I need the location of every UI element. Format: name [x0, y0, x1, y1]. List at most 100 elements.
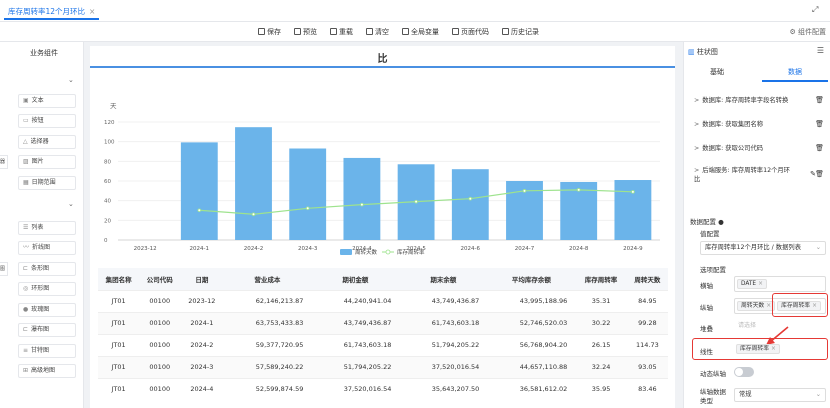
- code-icon: [452, 28, 459, 35]
- table-row[interactable]: JT01 00100 2024-3 57,589,240.22 51,794,205.2…: [98, 355, 668, 378]
- field-chip[interactable]: DATE ×: [737, 279, 767, 289]
- tab-basic[interactable]: 基础: [710, 67, 724, 77]
- table-cell: 83.46: [626, 377, 668, 400]
- table-cell: 36,581,612.02: [487, 377, 576, 400]
- tab-close-icon[interactable]: ×: [89, 7, 95, 16]
- line-point: [414, 199, 418, 204]
- fullscreen-icon[interactable]: ⤢: [812, 5, 822, 15]
- component-config-button[interactable]: ⚙ 组件配置: [789, 27, 826, 37]
- table-cell: 2024-4: [180, 377, 224, 400]
- delete-icon[interactable]: 🗑: [815, 144, 824, 152]
- table-cell: 43,749,436.87: [311, 311, 400, 334]
- field-chip[interactable]: 库存周转率 ×: [736, 344, 780, 354]
- tab-data[interactable]: 数据: [788, 67, 802, 77]
- menu-icon[interactable]: ☰: [817, 46, 824, 55]
- component-gantt-chart[interactable]: ≡ 甘特图: [18, 344, 76, 358]
- global-vars-button[interactable]: 全局变量: [402, 27, 439, 37]
- line-type-field[interactable]: 库存周转率 ×: [734, 342, 826, 358]
- value-config-select[interactable]: 库存周转率12个月环比 / 数据列表 ⌄: [700, 241, 826, 255]
- active-tab-indicator: [762, 80, 828, 82]
- clear-button[interactable]: 清空: [366, 27, 389, 37]
- x-tick-label: 2024-1: [190, 246, 209, 252]
- chip-close-icon[interactable]: ×: [771, 346, 776, 352]
- table-header-cell: 期末余额: [399, 268, 488, 290]
- datasource-item[interactable]: > 后端服务: 库存周转率12个月环比: [694, 166, 794, 184]
- preview-button[interactable]: 预览: [294, 27, 317, 37]
- bar: [180, 142, 218, 240]
- table-header-cell: 公司代码: [139, 268, 181, 290]
- x-tick-label: 2024-9: [623, 246, 643, 252]
- table-cell: 51,794,205.22: [399, 333, 488, 356]
- bar-line-chart[interactable]: 天 0 20 40 60 80 100 120 2023-12 2024-1 2024-2 2024-…: [90, 70, 675, 270]
- table-header-cell: 期初金额: [311, 268, 400, 290]
- table-cell: 62,146,213.87: [223, 289, 312, 312]
- bar-chart-icon: ⊏: [23, 265, 29, 272]
- table-cell: 99.28: [626, 311, 668, 334]
- delete-icon[interactable]: 🗑: [815, 120, 824, 128]
- highlight-box: [772, 293, 828, 317]
- panel-head: ▥ 柱状图: [688, 48, 718, 56]
- table-cell: 00100: [139, 377, 181, 400]
- component-button[interactable]: ▭ 按钮: [18, 114, 76, 128]
- table-cell: 35.31: [575, 289, 627, 312]
- info-icon: ●: [718, 218, 724, 226]
- datasource-item[interactable]: > 数据库: 获取公司代码: [694, 144, 824, 153]
- x-axis-field[interactable]: DATE ×: [734, 276, 826, 292]
- component-image[interactable]: ▨ 图片: [18, 155, 76, 169]
- chip-close-icon[interactable]: ×: [758, 281, 763, 287]
- table-cell: 30.22: [575, 311, 627, 334]
- datasource-item[interactable]: > 数据库: 获取集团名称: [694, 120, 824, 129]
- reload-button[interactable]: 重载: [330, 27, 353, 37]
- component-bar-chart[interactable]: ⊏ 条形图: [18, 262, 76, 276]
- y-data-type-select[interactable]: 常规 ⌄: [734, 388, 826, 402]
- table-cell: 57,589,240.22: [223, 355, 312, 378]
- select-icon: △: [23, 138, 28, 145]
- reload-icon: [330, 28, 337, 35]
- table-row[interactable]: JT01 00100 2024-1 63,753,433.83 43,749,436.8…: [98, 311, 668, 334]
- component-rose-chart[interactable]: ● 玫瑰图: [18, 303, 76, 317]
- chevron-down-icon: ⌄: [815, 391, 821, 398]
- datasource-item[interactable]: > 数据库: 库存周转率字段名转换: [694, 96, 824, 105]
- page-code-button[interactable]: 页面代码: [452, 27, 489, 37]
- chevron-down-icon[interactable]: ⌄: [68, 76, 74, 84]
- y-data-type-label: 纵轴数据类型: [700, 388, 726, 405]
- delete-icon[interactable]: 🗑: [815, 96, 824, 104]
- legend-line-label: 库存周转率: [397, 248, 425, 256]
- y-tick-label: 40: [104, 199, 111, 205]
- table-cell: 00100: [139, 333, 181, 356]
- table-row[interactable]: JT01 00100 2023-12 62,146,213.87 44,240,941.…: [98, 289, 668, 312]
- line-point: [576, 188, 581, 192]
- table-cell: 00100: [139, 311, 181, 334]
- bar-chart-icon: ▥: [688, 48, 695, 56]
- component-line-chart[interactable]: 〰折线图: [18, 241, 76, 255]
- line-point: [631, 190, 635, 194]
- component-ring-chart[interactable]: ◎ 环形图: [18, 282, 76, 296]
- line-point: [360, 202, 364, 207]
- top-tab-bar: 库存周转率12个月环比 × ⤢: [0, 0, 830, 22]
- table-row[interactable]: JT01 00100 2024-4 52,599,874.59 37,520,016.5…: [98, 377, 668, 400]
- save-button[interactable]: 保存: [258, 27, 281, 37]
- field-chip[interactable]: 周转天数 ×: [737, 301, 776, 311]
- chevron-down-icon[interactable]: ⌄: [68, 200, 74, 208]
- component-advanced-map[interactable]: ⊞ 高级地图: [18, 364, 76, 378]
- component-select[interactable]: △ 选择器: [18, 135, 76, 149]
- component-waterfall-chart[interactable]: ⊏ 瀑布图: [18, 323, 76, 337]
- table-row[interactable]: JT01 00100 2024-2 59,377,720.95 61,743,603.1…: [98, 333, 668, 356]
- dynamic-axis-toggle[interactable]: [734, 367, 754, 377]
- component-list[interactable]: ☰ 列表: [18, 221, 76, 235]
- chip-close-icon[interactable]: ×: [766, 303, 771, 309]
- component-date-range[interactable]: ▦ 日期范围: [18, 176, 76, 190]
- history-button[interactable]: 历史记录: [502, 27, 539, 37]
- legend-line-marker: [385, 249, 391, 255]
- tab-current-page[interactable]: 库存周转率12个月环比 ×: [4, 3, 100, 20]
- y-tick-label: 100: [104, 140, 115, 146]
- delete-icon[interactable]: 🗑: [815, 170, 824, 178]
- table-cell: 26.15: [575, 333, 627, 356]
- component-text[interactable]: ▣ 文本: [18, 94, 76, 108]
- table-cell: 52,746,520.03: [487, 311, 576, 334]
- chevron-right-icon: >: [694, 121, 700, 128]
- table-cell: 00100: [139, 289, 181, 312]
- bar: [451, 169, 489, 240]
- text-icon: ▣: [23, 97, 29, 104]
- history-icon: [502, 28, 509, 35]
